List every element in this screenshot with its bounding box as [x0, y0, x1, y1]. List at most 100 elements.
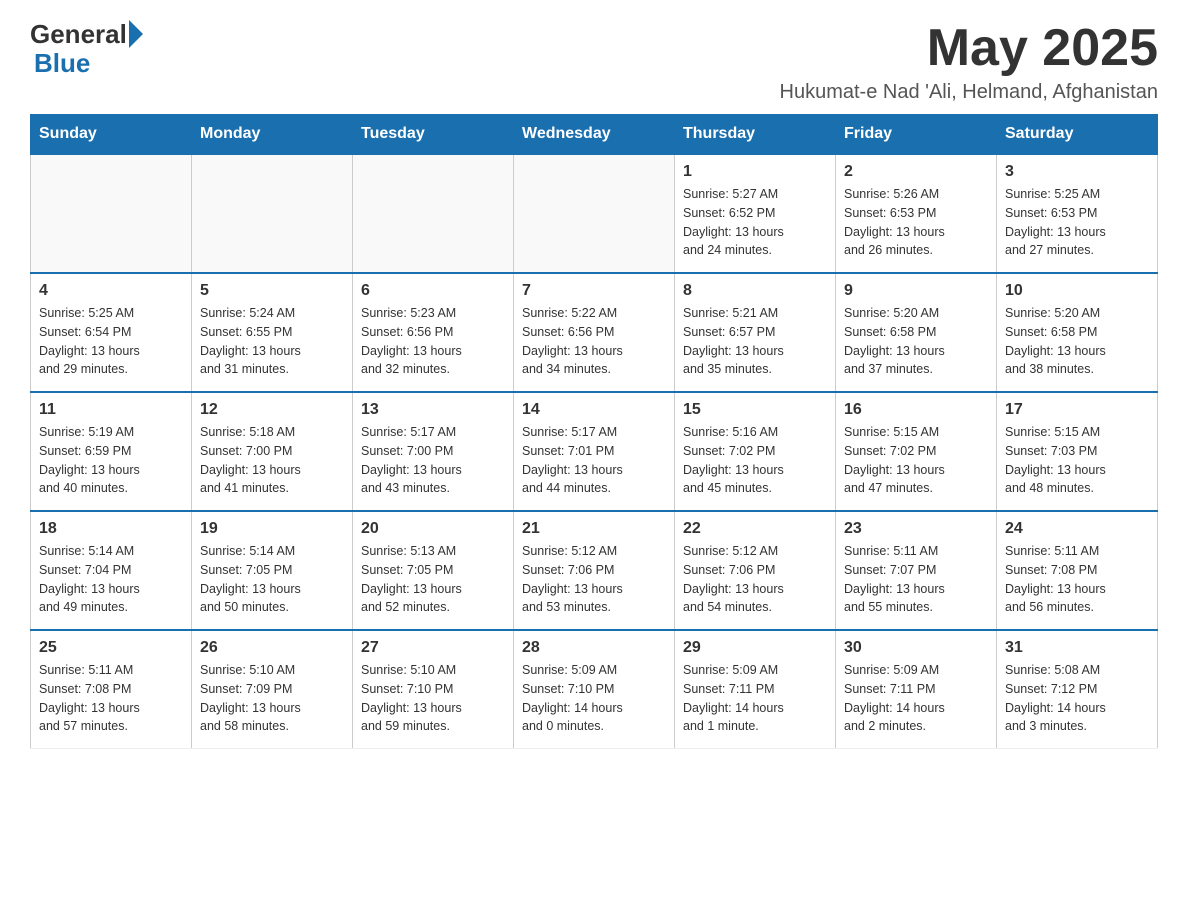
- day-info: Sunrise: 5:18 AMSunset: 7:00 PMDaylight:…: [200, 423, 344, 498]
- calendar-week-row: 18 Sunrise: 5:14 AMSunset: 7:04 PMDayligh…: [31, 511, 1158, 630]
- day-info: Sunrise: 5:20 AMSunset: 6:58 PMDaylight:…: [1005, 304, 1149, 379]
- calendar-header-tuesday: Tuesday: [353, 115, 514, 155]
- day-info: Sunrise: 5:14 AMSunset: 7:04 PMDaylight:…: [39, 542, 183, 617]
- day-number: 17: [1005, 401, 1149, 419]
- day-info: Sunrise: 5:09 AMSunset: 7:11 PMDaylight:…: [683, 661, 827, 736]
- calendar-cell: 5 Sunrise: 5:24 AMSunset: 6:55 PMDaylight…: [192, 273, 353, 392]
- calendar-cell: [192, 154, 353, 273]
- day-info: Sunrise: 5:19 AMSunset: 6:59 PMDaylight:…: [39, 423, 183, 498]
- calendar-cell: [353, 154, 514, 273]
- calendar-cell: 14Sunrise: 5:17 AMSunset: 7:01 PMDayligh…: [514, 392, 675, 511]
- day-number: 29: [683, 639, 827, 657]
- day-info: Sunrise: 5:11 AMSunset: 7:07 PMDaylight:…: [844, 542, 988, 617]
- day-number: 23: [844, 520, 988, 538]
- calendar-header-sunday: Sunday: [31, 115, 192, 155]
- day-number: 8: [683, 282, 827, 300]
- logo-triangle-icon: [129, 20, 143, 48]
- day-info: Sunrise: 5:12 AMSunset: 7:06 PMDaylight:…: [683, 542, 827, 617]
- calendar-cell: 11Sunrise: 5:19 AMSunset: 6:59 PMDayligh…: [31, 392, 192, 511]
- calendar-cell: 21 Sunrise: 5:12 AMSunset: 7:06 PMDayligh…: [514, 511, 675, 630]
- day-info: Sunrise: 5:17 AMSunset: 7:00 PMDaylight:…: [361, 423, 505, 498]
- day-number: 16: [844, 401, 988, 419]
- day-number: 1: [683, 163, 827, 181]
- calendar-header-row: SundayMondayTuesdayWednesdayThursdayFrid…: [31, 115, 1158, 155]
- day-info: Sunrise: 5:15 AMSunset: 7:03 PMDaylight:…: [1005, 423, 1149, 498]
- day-number: 7: [522, 282, 666, 300]
- day-info: Sunrise: 5:13 AMSunset: 7:05 PMDaylight:…: [361, 542, 505, 617]
- day-number: 4: [39, 282, 183, 300]
- logo: General Blue: [30, 20, 143, 77]
- day-number: 15: [683, 401, 827, 419]
- day-number: 3: [1005, 163, 1149, 181]
- day-number: 21: [522, 520, 666, 538]
- calendar-cell: 16 Sunrise: 5:15 AMSunset: 7:02 PMDayligh…: [836, 392, 997, 511]
- day-number: 20: [361, 520, 505, 538]
- logo-blue-text: Blue: [34, 49, 90, 78]
- calendar-week-row: 25 Sunrise: 5:11 AMSunset: 7:08 PMDayligh…: [31, 630, 1158, 749]
- day-number: 13: [361, 401, 505, 419]
- calendar-cell: 10Sunrise: 5:20 AMSunset: 6:58 PMDayligh…: [997, 273, 1158, 392]
- calendar-cell: 1Sunrise: 5:27 AMSunset: 6:52 PMDaylight…: [675, 154, 836, 273]
- day-number: 6: [361, 282, 505, 300]
- calendar-week-row: 11Sunrise: 5:19 AMSunset: 6:59 PMDayligh…: [31, 392, 1158, 511]
- calendar-cell: 29 Sunrise: 5:09 AMSunset: 7:11 PMDayligh…: [675, 630, 836, 749]
- calendar-cell: 17 Sunrise: 5:15 AMSunset: 7:03 PMDayligh…: [997, 392, 1158, 511]
- day-info: Sunrise: 5:08 AMSunset: 7:12 PMDaylight:…: [1005, 661, 1149, 736]
- day-info: Sunrise: 5:10 AMSunset: 7:09 PMDaylight:…: [200, 661, 344, 736]
- calendar-cell: [31, 154, 192, 273]
- calendar-cell: 15Sunrise: 5:16 AMSunset: 7:02 PMDayligh…: [675, 392, 836, 511]
- day-info: Sunrise: 5:22 AMSunset: 6:56 PMDaylight:…: [522, 304, 666, 379]
- day-info: Sunrise: 5:20 AMSunset: 6:58 PMDaylight:…: [844, 304, 988, 379]
- calendar-cell: 31 Sunrise: 5:08 AMSunset: 7:12 PMDayligh…: [997, 630, 1158, 749]
- calendar-table: SundayMondayTuesdayWednesdayThursdayFrid…: [30, 114, 1158, 749]
- day-number: 22: [683, 520, 827, 538]
- location-title: Hukumat-e Nad 'Ali, Helmand, Afghanistan: [780, 81, 1158, 104]
- day-number: 5: [200, 282, 344, 300]
- calendar-cell: 20 Sunrise: 5:13 AMSunset: 7:05 PMDayligh…: [353, 511, 514, 630]
- day-info: Sunrise: 5:14 AMSunset: 7:05 PMDaylight:…: [200, 542, 344, 617]
- calendar-cell: 23 Sunrise: 5:11 AMSunset: 7:07 PMDayligh…: [836, 511, 997, 630]
- calendar-cell: 19 Sunrise: 5:14 AMSunset: 7:05 PMDayligh…: [192, 511, 353, 630]
- day-info: Sunrise: 5:15 AMSunset: 7:02 PMDaylight:…: [844, 423, 988, 498]
- day-number: 27: [361, 639, 505, 657]
- day-info: Sunrise: 5:09 AMSunset: 7:10 PMDaylight:…: [522, 661, 666, 736]
- day-number: 25: [39, 639, 183, 657]
- calendar-cell: 13 Sunrise: 5:17 AMSunset: 7:00 PMDayligh…: [353, 392, 514, 511]
- calendar-cell: 9Sunrise: 5:20 AMSunset: 6:58 PMDaylight…: [836, 273, 997, 392]
- calendar-week-row: 1Sunrise: 5:27 AMSunset: 6:52 PMDaylight…: [31, 154, 1158, 273]
- title-block: May 2025 Hukumat-e Nad 'Ali, Helmand, Af…: [780, 20, 1158, 104]
- calendar-cell: [514, 154, 675, 273]
- calendar-week-row: 4Sunrise: 5:25 AMSunset: 6:54 PMDaylight…: [31, 273, 1158, 392]
- day-number: 26: [200, 639, 344, 657]
- calendar-cell: 8 Sunrise: 5:21 AMSunset: 6:57 PMDaylight…: [675, 273, 836, 392]
- day-number: 31: [1005, 639, 1149, 657]
- calendar-cell: 28 Sunrise: 5:09 AMSunset: 7:10 PMDayligh…: [514, 630, 675, 749]
- day-number: 14: [522, 401, 666, 419]
- day-number: 28: [522, 639, 666, 657]
- calendar-header-wednesday: Wednesday: [514, 115, 675, 155]
- day-info: Sunrise: 5:12 AMSunset: 7:06 PMDaylight:…: [522, 542, 666, 617]
- day-info: Sunrise: 5:11 AMSunset: 7:08 PMDaylight:…: [1005, 542, 1149, 617]
- logo-general-text: General: [30, 20, 127, 49]
- day-number: 12: [200, 401, 344, 419]
- day-info: Sunrise: 5:25 AMSunset: 6:53 PMDaylight:…: [1005, 185, 1149, 260]
- day-info: Sunrise: 5:21 AMSunset: 6:57 PMDaylight:…: [683, 304, 827, 379]
- calendar-cell: 18 Sunrise: 5:14 AMSunset: 7:04 PMDayligh…: [31, 511, 192, 630]
- calendar-cell: 24Sunrise: 5:11 AMSunset: 7:08 PMDayligh…: [997, 511, 1158, 630]
- calendar-cell: 27Sunrise: 5:10 AMSunset: 7:10 PMDayligh…: [353, 630, 514, 749]
- calendar-cell: 25 Sunrise: 5:11 AMSunset: 7:08 PMDayligh…: [31, 630, 192, 749]
- day-info: Sunrise: 5:26 AMSunset: 6:53 PMDaylight:…: [844, 185, 988, 260]
- calendar-header-friday: Friday: [836, 115, 997, 155]
- calendar-header-saturday: Saturday: [997, 115, 1158, 155]
- day-number: 19: [200, 520, 344, 538]
- calendar-cell: 7 Sunrise: 5:22 AMSunset: 6:56 PMDaylight…: [514, 273, 675, 392]
- day-number: 18: [39, 520, 183, 538]
- day-info: Sunrise: 5:09 AMSunset: 7:11 PMDaylight:…: [844, 661, 988, 736]
- day-info: Sunrise: 5:11 AMSunset: 7:08 PMDaylight:…: [39, 661, 183, 736]
- calendar-cell: 2 Sunrise: 5:26 AMSunset: 6:53 PMDaylight…: [836, 154, 997, 273]
- month-title: May 2025: [780, 20, 1158, 77]
- day-number: 2: [844, 163, 988, 181]
- calendar-body: 1Sunrise: 5:27 AMSunset: 6:52 PMDaylight…: [31, 154, 1158, 749]
- calendar-cell: 26 Sunrise: 5:10 AMSunset: 7:09 PMDayligh…: [192, 630, 353, 749]
- day-info: Sunrise: 5:24 AMSunset: 6:55 PMDaylight:…: [200, 304, 344, 379]
